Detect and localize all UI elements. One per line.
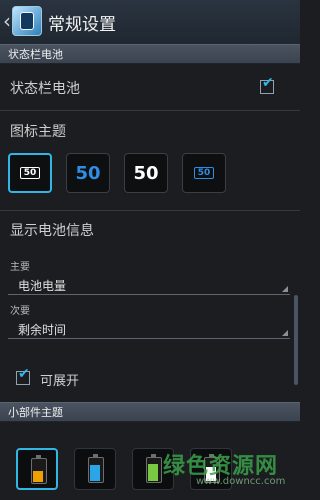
battery-icon xyxy=(88,454,104,483)
app-battery-icon[interactable] xyxy=(12,6,42,36)
battery-level-fill xyxy=(33,471,43,482)
back-chevron-icon[interactable]: ‹ xyxy=(3,10,11,32)
widget-theme-tile[interactable] xyxy=(74,448,116,490)
icon-theme-tile-text: 50 xyxy=(193,167,215,179)
action-bar: ‹ 常规设置 xyxy=(0,0,300,45)
battery-level-fill xyxy=(90,465,100,481)
battery-level-fill xyxy=(148,464,158,481)
expandable-label: 可展开 xyxy=(40,374,80,389)
icon-theme-tile-text: 50 xyxy=(75,162,101,184)
secondary-spinner-value: 剩余时间 xyxy=(18,323,67,337)
scrollbar[interactable] xyxy=(294,295,298,385)
battery-icon xyxy=(146,454,162,483)
watermark-subtext: www.downcc.com xyxy=(196,476,286,487)
battery-info-title: 显示电池信息 xyxy=(10,223,94,239)
widget-theme-tile[interactable] xyxy=(16,448,58,490)
battery-icon xyxy=(31,455,47,484)
icon-theme-tile[interactable]: 50 xyxy=(124,153,168,193)
status-bar-battery-label: 状态栏电池 xyxy=(10,81,80,97)
icon-theme-tile[interactable]: 50 xyxy=(66,153,110,193)
secondary-spinner[interactable]: 剩余时间 xyxy=(8,320,290,339)
primary-spinner-value: 电池电量 xyxy=(18,279,67,293)
spinner-arrow-icon xyxy=(282,286,288,292)
primary-label: 主要 xyxy=(10,262,30,273)
divider xyxy=(0,110,300,111)
icon-theme-tile[interactable]: 50 xyxy=(8,153,52,193)
icon-theme-title: 图标主题 xyxy=(10,124,66,140)
status-bar-battery-checkbox[interactable] xyxy=(260,75,274,94)
secondary-label: 次要 xyxy=(10,306,30,317)
page-title: 常规设置 xyxy=(48,15,116,35)
divider xyxy=(0,210,300,211)
icon-theme-tile[interactable]: 50 xyxy=(182,153,226,193)
expandable-checkbox[interactable] xyxy=(16,366,30,385)
spinner-arrow-icon xyxy=(282,330,288,336)
icon-theme-tile-text: 50 xyxy=(19,167,41,179)
primary-spinner[interactable]: 电池电量 xyxy=(8,276,290,295)
section-header-status-bar: 状态栏电池 xyxy=(0,44,300,64)
section-header-widget: 小部件主题 xyxy=(0,402,300,422)
icon-theme-tile-text: 50 xyxy=(133,162,159,184)
